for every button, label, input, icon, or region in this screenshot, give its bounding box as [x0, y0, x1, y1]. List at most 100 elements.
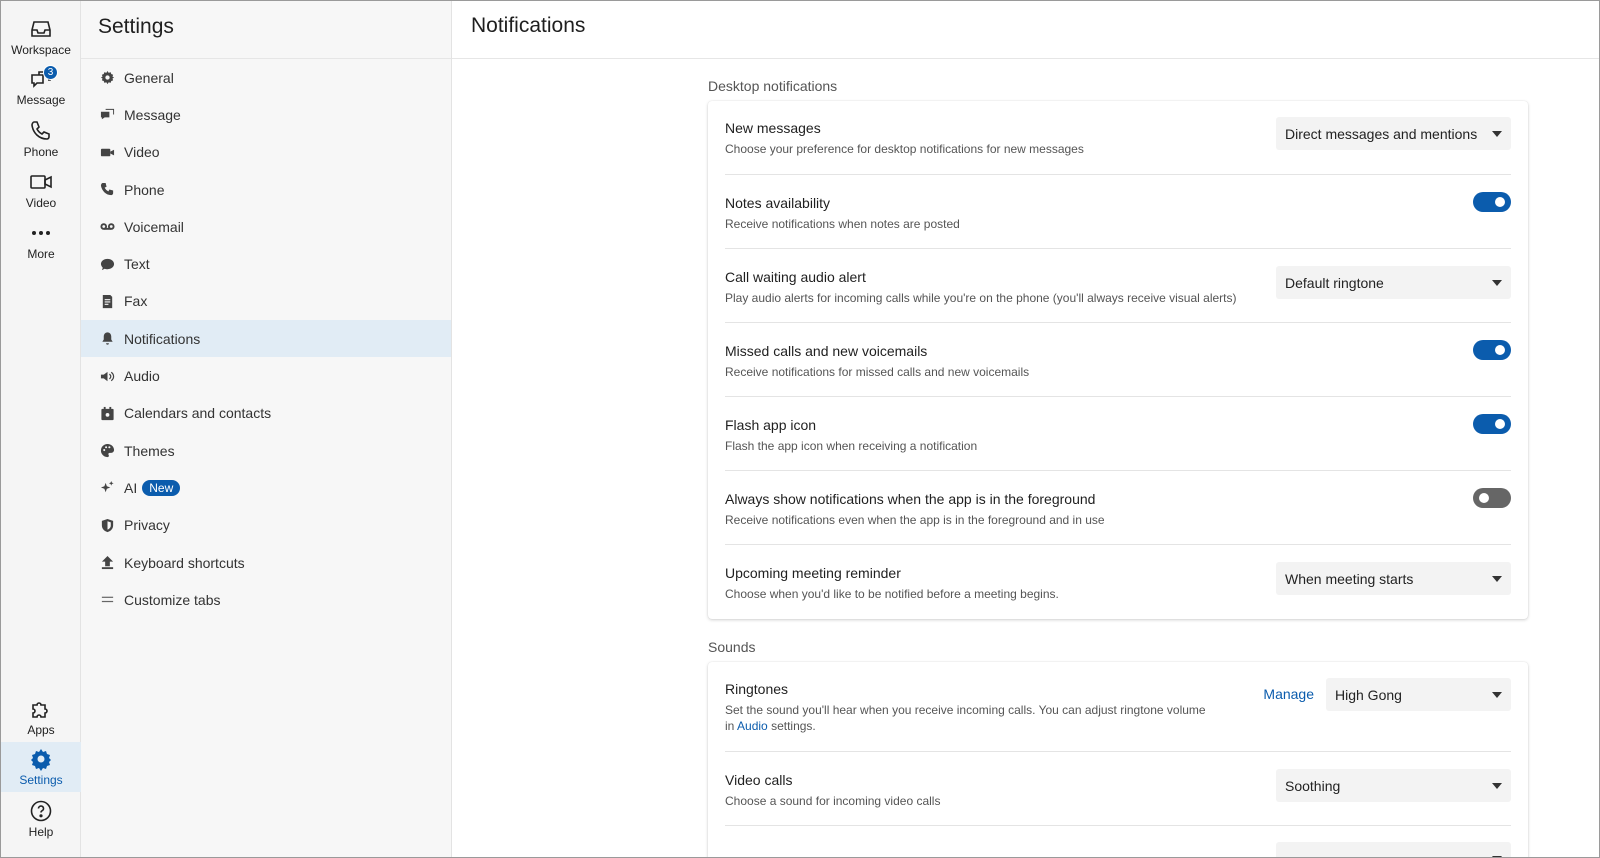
rail-video[interactable]: Video [1, 170, 81, 210]
main-panel: Notifications Desktop notifications New … [452, 1, 1599, 857]
manage-ringtones-link[interactable]: Manage [1263, 686, 1314, 702]
settings-nav-label: Message [124, 106, 181, 123]
rail-settings-label: Settings [19, 773, 63, 787]
help-circle-icon [30, 800, 52, 822]
calendar-icon [99, 405, 115, 421]
settings-title: Settings [81, 1, 451, 59]
dropdown-value: High Gong [1335, 687, 1402, 703]
ringtone-dropdown[interactable]: High Gong [1326, 678, 1511, 711]
rail-apps-label: Apps [27, 723, 55, 737]
settings-nav-message[interactable]: Message [81, 96, 451, 133]
section-title-sounds: Sounds [708, 639, 756, 655]
settings-nav-text[interactable]: Text [81, 245, 451, 282]
message-unread-badge: 3 [43, 65, 58, 80]
app-window: Workspace 3 Message Phone Video More App… [0, 0, 1600, 858]
setting-foreground: Always show notifications when the app i… [725, 471, 1511, 545]
toggle-knob [1493, 343, 1507, 357]
setting-meeting-reminder: Upcoming meeting reminder Choose when yo… [725, 545, 1511, 619]
toggle-knob [1493, 195, 1507, 209]
settings-nav-general[interactable]: General [81, 59, 451, 96]
setting-title: New messages [725, 120, 821, 136]
rail-more[interactable]: More [1, 221, 81, 261]
audio-settings-link[interactable]: Audio [737, 719, 768, 733]
setting-title: Always show notifications when the app i… [725, 491, 1096, 507]
settings-nav-voicemail[interactable]: Voicemail [81, 208, 451, 245]
settings-nav-label: Voicemail [124, 218, 184, 235]
rail-help[interactable]: Help [1, 799, 81, 839]
upload-arrow-icon [99, 555, 115, 571]
setting-desc: Receive notifications for missed calls a… [725, 365, 1030, 379]
phone-icon [99, 182, 115, 198]
toggle-knob [1477, 491, 1491, 505]
notes-availability-toggle[interactable] [1473, 192, 1511, 212]
settings-nav-fax[interactable]: Fax [81, 283, 451, 320]
rail-settings[interactable]: Settings [1, 742, 81, 792]
video-camera-icon [30, 175, 52, 189]
settings-sidebar: Settings General Message Video Phone Voi… [81, 1, 452, 857]
gear-icon [31, 749, 51, 771]
rail-message-label: Message [16, 93, 66, 107]
rail-phone[interactable]: Phone [1, 119, 81, 159]
dropdown-value: When meeting starts [1285, 571, 1414, 587]
settings-nav-customize-tabs[interactable]: Customize tabs [81, 581, 451, 618]
settings-nav-label: AI [124, 479, 138, 496]
chat-icon [99, 107, 115, 123]
setting-title: Ringtones [725, 681, 789, 697]
settings-nav-privacy[interactable]: Privacy [81, 507, 451, 544]
settings-nav-themes[interactable]: Themes [81, 432, 451, 469]
settings-nav-label: Calendars and contacts [124, 405, 272, 422]
sparkle-icon [99, 480, 115, 496]
video-call-sound-dropdown[interactable]: Soothing [1276, 769, 1511, 802]
setting-title: Flash app icon [725, 417, 817, 433]
voicemail-icon [99, 219, 115, 235]
chevron-down-icon [1492, 280, 1502, 286]
equals-icon [99, 592, 115, 608]
rail-more-label: More [27, 247, 55, 261]
phone-handset-icon [31, 121, 50, 140]
settings-nav-label: Customize tabs [124, 591, 221, 608]
palette-icon [99, 443, 115, 459]
rail-apps[interactable]: Apps [1, 697, 81, 737]
puzzle-piece-icon [32, 702, 48, 718]
settings-content: Desktop notifications New messages Choos… [708, 59, 1528, 857]
call-waiting-dropdown[interactable]: Default ringtone [1276, 266, 1511, 299]
rail-workspace[interactable]: Workspace [1, 17, 81, 57]
ringtones-desc-text-end: settings. [771, 719, 816, 733]
settings-nav-video[interactable]: Video [81, 134, 451, 171]
settings-nav-label: Text [124, 256, 150, 273]
flash-app-icon-toggle[interactable] [1473, 414, 1511, 434]
meeting-reminder-dropdown[interactable]: When meeting starts [1276, 562, 1511, 595]
setting-notes-availability: Notes availability Receive notifications… [725, 175, 1511, 249]
settings-nav-audio[interactable]: Audio [81, 357, 451, 394]
settings-nav-label: General [124, 69, 174, 86]
settings-nav-keyboard-shortcuts[interactable]: Keyboard shortcuts [81, 544, 451, 581]
setting-desc: Receive notifications when notes are pos… [725, 217, 960, 231]
next-sound-dropdown[interactable] [1276, 842, 1511, 857]
setting-call-waiting: Call waiting audio alert Play audio aler… [725, 249, 1511, 323]
settings-nav-label: Privacy [124, 517, 170, 534]
settings-nav-label: Audio [124, 368, 160, 385]
setting-title: Notes availability [725, 195, 831, 211]
foreground-notifications-toggle[interactable] [1473, 488, 1511, 508]
chevron-down-icon [1492, 692, 1502, 698]
page-title: Notifications [452, 1, 1599, 59]
settings-nav-ai[interactable]: AI New [81, 469, 451, 506]
setting-new-messages: New messages Choose your preference for … [725, 101, 1511, 175]
inbox-tray-icon [31, 21, 51, 37]
app-rail: Workspace 3 Message Phone Video More App… [1, 1, 81, 857]
rail-message[interactable]: 3 Message [1, 65, 81, 107]
settings-nav-phone[interactable]: Phone [81, 171, 451, 208]
desktop-notifications-card: New messages Choose your preference for … [708, 101, 1528, 619]
chevron-down-icon [1492, 131, 1502, 137]
setting-video-calls: Video calls Choose a sound for incoming … [725, 752, 1511, 826]
setting-desc: Choose your preference for desktop notif… [725, 142, 1084, 156]
settings-nav-label: Video [124, 144, 160, 161]
chevron-down-icon [1492, 783, 1502, 789]
setting-desc: Set the sound you'll hear when you recei… [725, 702, 1215, 734]
missed-calls-toggle[interactable] [1473, 340, 1511, 360]
settings-nav-label: Keyboard shortcuts [124, 554, 245, 571]
new-messages-dropdown[interactable]: Direct messages and mentions [1276, 117, 1511, 150]
setting-desc: Receive notifications even when the app … [725, 513, 1105, 527]
settings-nav-calendars[interactable]: Calendars and contacts [81, 395, 451, 432]
settings-nav-notifications[interactable]: Notifications [81, 320, 451, 358]
